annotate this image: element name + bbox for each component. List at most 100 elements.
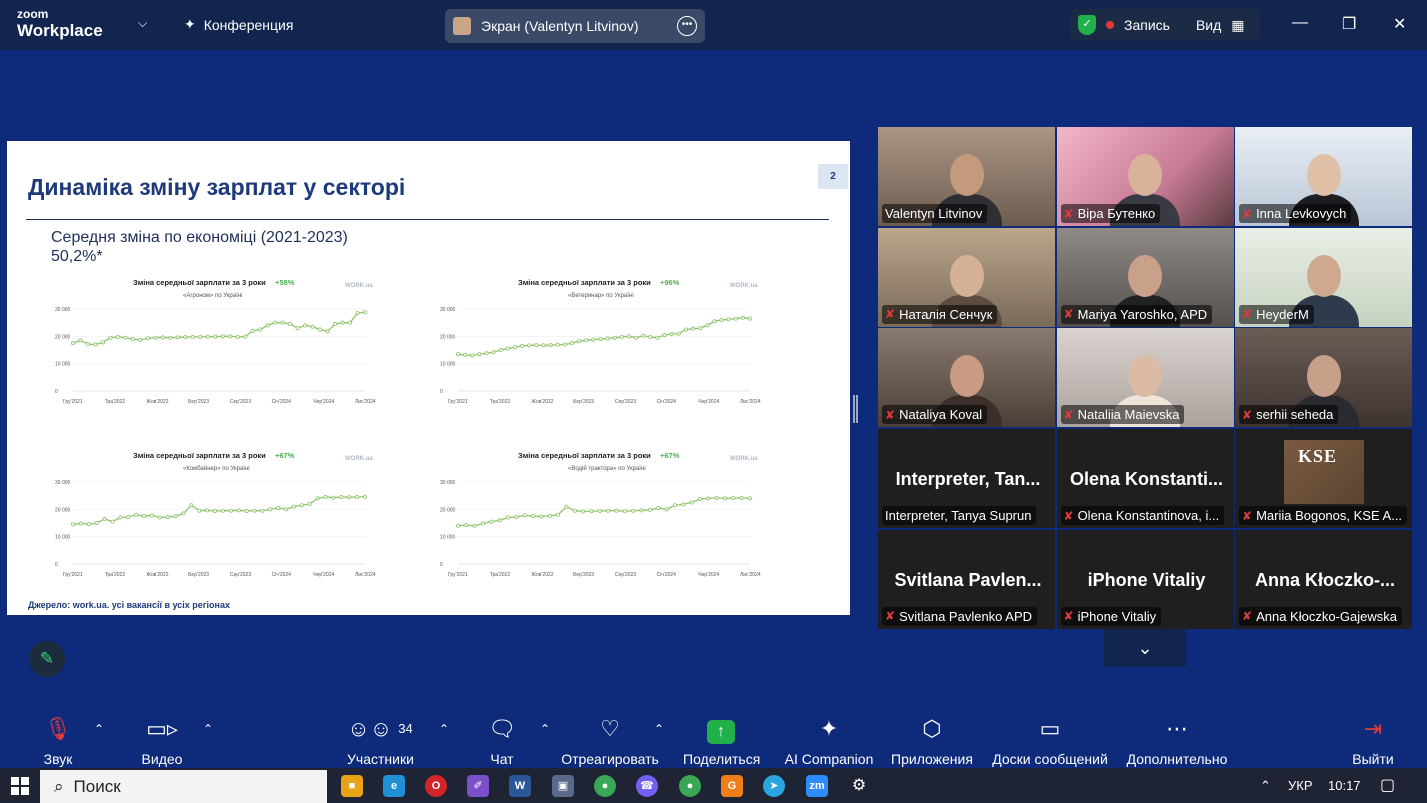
taskbar-search-input[interactable]: ⌕ Поиск: [40, 770, 327, 803]
chrome-icon[interactable]: ●: [594, 775, 616, 797]
participant-tile[interactable]: Svitlana Pavlen... ✘ Svitlana Pavlenko APD: [878, 529, 1055, 629]
ai-companion-label: AI Companion: [784, 751, 874, 767]
chevron-up-icon[interactable]: ⌃: [654, 722, 664, 736]
data-point: [110, 519, 115, 524]
data-point: [244, 508, 249, 513]
notifications-icon[interactable]: ▢: [1380, 775, 1395, 795]
close-icon[interactable]: ✕: [1393, 14, 1406, 34]
participant-tile[interactable]: ✘ Віра Бутенко: [1056, 127, 1234, 226]
chevron-up-icon[interactable]: ⌃: [540, 722, 550, 736]
participant-name-label: ✘ Nataliya Koval: [882, 405, 988, 425]
audio-button[interactable]: 🎙︎ Звук: [40, 714, 76, 767]
pen-app-icon[interactable]: ✐: [467, 775, 489, 797]
data-point: [534, 343, 539, 348]
participant-tile[interactable]: ✘ HeyderM: [1235, 227, 1412, 327]
data-point: [265, 323, 270, 328]
windows-start-icon[interactable]: [11, 777, 29, 795]
chart-veterinarian: Зміна середньої зарплати за 3 роки +96% «В…: [432, 273, 772, 418]
file-explorer-icon[interactable]: ■: [341, 775, 363, 797]
react-button[interactable]: ♡ Отреагировать: [561, 714, 659, 767]
chevron-up-icon[interactable]: ⌃: [94, 722, 104, 736]
word-icon[interactable]: W: [509, 775, 531, 797]
mic-muted-icon: ✘: [1242, 508, 1253, 523]
data-point: [463, 352, 468, 357]
conference-menu[interactable]: ✦ Конференция: [184, 16, 293, 33]
participant-tile[interactable]: Olena Konstanti... ✘ Olena Konstantinova, …: [1056, 429, 1234, 529]
video-label: Видео: [141, 751, 183, 767]
language-indicator[interactable]: УКР: [1288, 778, 1313, 793]
data-point: [577, 339, 582, 344]
panel-splitter-handle[interactable]: [853, 395, 858, 423]
participant-display-name: Anna Kłoczko-...: [1254, 569, 1395, 590]
participant-tile[interactable]: ✘ Nataliia Maievska: [1056, 328, 1234, 428]
app-g-icon[interactable]: G: [721, 775, 743, 797]
whiteboards-button[interactable]: ▭ Доски сообщений: [991, 714, 1109, 767]
mic-muted-icon: ✘: [1063, 407, 1074, 422]
annotate-pen-icon[interactable]: ✎: [29, 641, 65, 677]
screen-share-pill[interactable]: Экран (Valentyn Litvinov) •••: [445, 9, 705, 43]
restore-icon[interactable]: ❐: [1342, 14, 1356, 34]
data-point: [197, 508, 202, 513]
record-label[interactable]: Запись: [1124, 17, 1170, 33]
more-button[interactable]: ⋯ Дополнительно: [1125, 714, 1229, 767]
telegram-icon[interactable]: ➤: [763, 775, 785, 797]
settings-gear-icon[interactable]: ⚙: [848, 775, 870, 797]
participant-tile[interactable]: ✘ Nataliya Koval: [878, 328, 1055, 428]
leave-button[interactable]: ⇥ Выйти: [1352, 714, 1394, 767]
data-point: [641, 333, 646, 338]
ai-companion-button[interactable]: ✦ AI Companion: [784, 714, 874, 767]
data-point: [555, 342, 560, 347]
data-point: [205, 334, 210, 339]
viber-icon[interactable]: ☎: [636, 775, 658, 797]
share-screen-button[interactable]: ↑ Поделиться: [683, 714, 760, 767]
participant-name: HeyderM: [1256, 306, 1309, 322]
chat-label: Чат: [490, 751, 514, 767]
participant-tile[interactable]: KSE ✘ Mariia Bogonos, KSE A...: [1235, 429, 1412, 529]
chevron-down-icon[interactable]: ⌵: [138, 16, 147, 31]
more-options-icon[interactable]: •••: [677, 16, 697, 36]
participant-tile[interactable]: Interpreter, Tan... Interpreter, Tanya Su…: [878, 429, 1055, 529]
data-point: [648, 334, 653, 339]
zoom-taskbar-icon[interactable]: zm: [806, 775, 828, 797]
participant-name: Наталія Сенчук: [899, 306, 993, 322]
data-point: [514, 514, 519, 519]
edge-icon[interactable]: e: [383, 775, 405, 797]
apps-button[interactable]: ⬡ Приложения: [890, 714, 974, 767]
data-point: [85, 341, 90, 346]
shield-icon[interactable]: ✓: [1078, 15, 1096, 35]
chevron-up-icon[interactable]: ⌃: [203, 722, 213, 736]
minimize-icon[interactable]: —: [1292, 14, 1308, 32]
chrome-profile-icon[interactable]: ●: [679, 775, 701, 797]
chevron-down-icon[interactable]: ⌄: [1104, 629, 1186, 667]
data-point: [481, 521, 486, 526]
save-app-icon[interactable]: ▣: [552, 775, 574, 797]
participant-tile[interactable]: Anna Kłoczko-... ✘ Anna Kłoczko-Gajewska: [1235, 529, 1412, 629]
chart-change: +96%: [660, 278, 680, 287]
participant-name-label: ✘ Mariia Bogonos, KSE A...: [1239, 506, 1408, 526]
data-point: [175, 335, 180, 340]
participant-tile[interactable]: ✘ Mariya Yaroshko, APD: [1056, 227, 1234, 327]
data-point: [94, 521, 99, 526]
chevron-up-icon[interactable]: ⌃: [1260, 778, 1271, 794]
clock[interactable]: 10:17: [1328, 778, 1361, 793]
chat-button[interactable]: 🗨︎ Чат: [487, 714, 517, 767]
participant-tile[interactable]: ✘ serhii seheda: [1235, 328, 1412, 428]
data-point: [205, 508, 210, 513]
participant-tile[interactable]: ✘ Наталія Сенчук: [878, 227, 1055, 327]
data-point: [295, 326, 300, 331]
mic-muted-icon: ✘: [1242, 206, 1253, 221]
participant-tile[interactable]: Valentyn Litvinov: [878, 127, 1055, 226]
opera-icon[interactable]: O: [425, 775, 447, 797]
participant-name-label: ✘ Svitlana Pavlenko APD: [882, 606, 1038, 626]
data-point: [165, 514, 170, 519]
data-point: [183, 335, 188, 340]
video-button[interactable]: ▭▹ Видео: [140, 714, 184, 767]
data-point: [145, 336, 150, 341]
data-point: [655, 335, 660, 340]
participant-tile[interactable]: iPhone Vitaliy ✘ iPhone Vitaliy: [1056, 529, 1234, 629]
view-button[interactable]: Вид: [1196, 17, 1221, 33]
chevron-up-icon[interactable]: ⌃: [439, 722, 449, 736]
mic-muted-icon: ✘: [1242, 307, 1253, 322]
participant-tile[interactable]: ✘ Inna Levkovych: [1235, 127, 1412, 226]
participants-button[interactable]: ☺☺ 34 Участники: [347, 714, 414, 767]
